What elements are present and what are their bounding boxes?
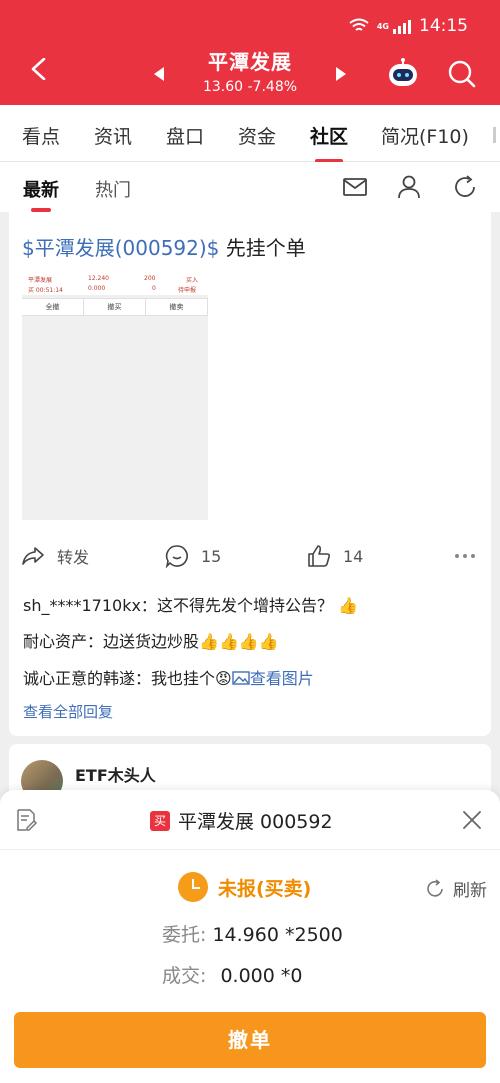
thumb-qty2: 0 — [152, 285, 156, 292]
order-status-text: 未报(买卖) — [218, 877, 312, 900]
buy-badge: 买 — [150, 810, 170, 831]
forward-button[interactable]: 转发 — [21, 544, 89, 568]
comment-item[interactable]: 耐心资产：边送货边炒股👍👍👍👍 — [23, 628, 279, 652]
comment-text: 我也挂个 — [151, 669, 216, 688]
like-button[interactable]: 14 — [307, 544, 363, 568]
entrust-row: 委托: 14.960 *2500 — [162, 920, 343, 947]
subtab-hot[interactable]: 热门 — [95, 176, 131, 202]
thumb-btn-cancel-sell: 撤卖 — [146, 299, 208, 315]
user-icon[interactable] — [396, 174, 422, 200]
tab-profile-f10[interactable]: 简况(F10) — [381, 122, 469, 149]
robot-assistant-icon[interactable] — [386, 58, 420, 88]
search-icon[interactable] — [448, 60, 476, 88]
tab-kandian[interactable]: 看点 — [22, 122, 60, 149]
refresh-icon — [427, 878, 443, 897]
refresh-button[interactable]: 刷新 — [425, 876, 487, 901]
comment-item[interactable]: sh_****1710kx：这不得先发个增持公告？ 👍 — [23, 592, 358, 616]
wifi-icon — [349, 18, 369, 31]
deal-row: 成交: 0.000 *0 — [162, 961, 302, 988]
order-title: 买 平潭发展 000592 — [150, 807, 333, 834]
thumb-button-row: 全撤 撤买 撤卖 — [22, 298, 208, 316]
signal-icon — [393, 18, 411, 34]
stock-quote: 13.60 -7.48% — [150, 79, 350, 95]
thumb-deal: 0.000 — [88, 285, 106, 292]
deal-value: 0.000 *0 — [220, 965, 303, 987]
thumbs-up-icon — [308, 545, 331, 567]
post-title: $平潭发展(000592)$ 先挂个单 — [22, 232, 306, 261]
comment-button[interactable]: 15 — [165, 544, 221, 568]
view-image-link[interactable]: 查看图片 — [232, 669, 314, 688]
forward-label: 转发 — [57, 548, 90, 567]
comment-count: 15 — [201, 546, 222, 566]
order-stock-label: 平潭发展 000592 — [178, 811, 333, 833]
clock-icon — [178, 872, 208, 902]
tab-news[interactable]: 资讯 — [94, 122, 132, 149]
post-title-text: 先挂个单 — [219, 236, 306, 260]
comment-item[interactable]: 诚心正意的韩遂：我也挂个😡 查看图片 — [23, 665, 314, 689]
like-count: 14 — [343, 546, 364, 566]
post-author[interactable]: ETF木头人 — [75, 762, 156, 786]
clock-time: 14:15 — [419, 16, 468, 36]
view-all-replies-link[interactable]: 查看全部回复 — [23, 701, 113, 722]
post-card[interactable]: $平潭发展(000592)$ 先挂个单 平潭发展 买 00:51:14 12.2… — [9, 212, 491, 736]
thumb-stock-name: 平潭发展 — [28, 277, 53, 284]
network-type: 4G — [376, 21, 389, 31]
section-tabs: 看点 资讯 盘口 资金 社区 简况(F10) — [0, 105, 500, 162]
angry-emoji-icon: 😡 — [215, 669, 232, 688]
cancel-order-button[interactable]: 撤单 — [14, 1012, 486, 1068]
comment-user[interactable]: sh_****1710kx： — [23, 596, 157, 615]
thumb-order-row: 平潭发展 买 00:51:14 12.240 0.000 200 0 买入 待申… — [22, 271, 208, 295]
entrust-value: 14.960 *2500 — [212, 924, 343, 946]
app-header: 4G 14:15 平潭发展 13.60 -7.48% — [0, 0, 500, 105]
stock-price: 13.60 — [202, 79, 244, 95]
thumb-price: 12.240 — [88, 275, 109, 282]
thumbs-emoji-icon: 👍👍👍👍 — [199, 632, 279, 651]
subtab-latest[interactable]: 最新 — [23, 176, 59, 202]
order-status: 未报(买卖) — [178, 872, 311, 902]
image-icon — [232, 671, 250, 685]
comment-icon — [165, 545, 188, 568]
view-image-label: 查看图片 — [249, 669, 314, 688]
comment-user[interactable]: 耐心资产： — [23, 632, 103, 651]
close-icon[interactable] — [462, 810, 482, 830]
comment-text: 边送货边炒股 — [103, 632, 200, 651]
thumb-qty: 200 — [144, 275, 156, 282]
stock-change: -7.48% — [247, 79, 298, 95]
entrust-label: 委托: — [162, 924, 207, 946]
edit-note-icon[interactable] — [14, 808, 38, 832]
deal-label: 成交: — [162, 965, 207, 987]
thumb-state: 待申报 — [178, 287, 197, 294]
refresh-icon[interactable] — [452, 174, 478, 200]
thumb-btn-cancel-buy: 撤买 — [84, 299, 146, 315]
thumb-side: 买入 — [186, 277, 199, 284]
share-icon — [22, 547, 44, 565]
thumb-btn-cancel-all: 全撤 — [22, 299, 84, 315]
status-bar: 4G 14:15 — [349, 16, 468, 36]
post-actions: 转发 15 14 — [9, 540, 491, 570]
stock-name: 平潭发展 — [208, 50, 292, 74]
tab-overflow-indicator — [493, 127, 496, 143]
next-stock-icon[interactable] — [336, 67, 346, 81]
feed-subtabs: 最新 热门 — [0, 162, 500, 212]
mail-icon[interactable] — [342, 174, 368, 200]
post-image[interactable]: 平潭发展 买 00:51:14 12.240 0.000 200 0 买入 待申… — [22, 271, 208, 520]
comment-text: 这不得先发个增持公告？ — [156, 596, 333, 615]
stock-tag-link[interactable]: $平潭发展(000592)$ — [22, 236, 219, 260]
thumb-time: 买 00:51:14 — [28, 287, 63, 294]
more-options-icon[interactable] — [455, 554, 475, 558]
back-arrow-icon[interactable] — [28, 58, 50, 80]
refresh-label: 刷新 — [453, 881, 487, 901]
tab-orderbook[interactable]: 盘口 — [166, 122, 204, 149]
tab-funds[interactable]: 资金 — [238, 122, 276, 149]
thumbs-emoji-icon: 👍 — [338, 596, 358, 615]
stock-title-block: 平潭发展 13.60 -7.48% — [150, 46, 350, 95]
comment-user[interactable]: 诚心正意的韩遂： — [23, 669, 151, 688]
order-sheet-header: 买 平潭发展 000592 — [0, 790, 500, 850]
tab-community[interactable]: 社区 — [310, 122, 348, 149]
